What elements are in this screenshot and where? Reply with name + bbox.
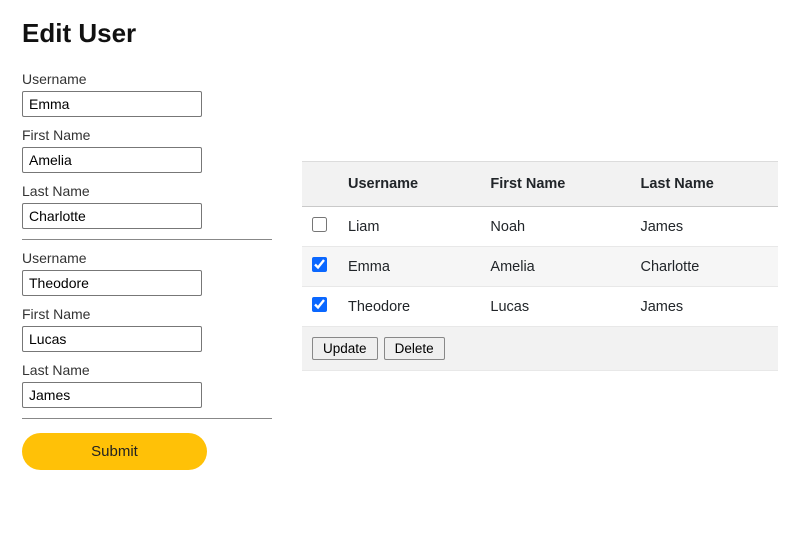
- cell-lastname: James: [630, 287, 778, 327]
- table-actions-row: Update Delete: [302, 327, 778, 371]
- firstname-input[interactable]: [22, 326, 202, 352]
- table-row: Theodore Lucas James: [302, 287, 778, 327]
- firstname-label: First Name: [22, 127, 272, 143]
- cell-firstname: Lucas: [480, 287, 630, 327]
- header-firstname: First Name: [480, 162, 630, 207]
- username-input[interactable]: [22, 270, 202, 296]
- delete-button[interactable]: Delete: [384, 337, 445, 360]
- row-checkbox[interactable]: [312, 257, 327, 272]
- edit-user-form: Username First Name Last Name Username F…: [22, 71, 272, 470]
- page-title: Edit User: [22, 18, 778, 49]
- header-checkbox-col: [302, 162, 338, 207]
- lastname-label: Last Name: [22, 362, 272, 378]
- table-row: Liam Noah James: [302, 207, 778, 247]
- user-table-container: Username First Name Last Name Liam Noah …: [302, 161, 778, 371]
- row-checkbox[interactable]: [312, 297, 327, 312]
- cell-username: Theodore: [338, 287, 480, 327]
- lastname-input[interactable]: [22, 382, 202, 408]
- cell-lastname: James: [630, 207, 778, 247]
- firstname-label: First Name: [22, 306, 272, 322]
- form-divider: [22, 418, 272, 419]
- lastname-label: Last Name: [22, 183, 272, 199]
- update-button[interactable]: Update: [312, 337, 378, 360]
- username-label: Username: [22, 250, 272, 266]
- row-checkbox[interactable]: [312, 217, 327, 232]
- firstname-input[interactable]: [22, 147, 202, 173]
- username-label: Username: [22, 71, 272, 87]
- user-table: Username First Name Last Name Liam Noah …: [302, 161, 778, 371]
- header-lastname: Last Name: [630, 162, 778, 207]
- cell-lastname: Charlotte: [630, 247, 778, 287]
- table-row: Emma Amelia Charlotte: [302, 247, 778, 287]
- form-divider: [22, 239, 272, 240]
- cell-username: Emma: [338, 247, 480, 287]
- submit-button[interactable]: Submit: [22, 433, 207, 470]
- cell-firstname: Noah: [480, 207, 630, 247]
- header-username: Username: [338, 162, 480, 207]
- cell-firstname: Amelia: [480, 247, 630, 287]
- lastname-input[interactable]: [22, 203, 202, 229]
- username-input[interactable]: [22, 91, 202, 117]
- cell-username: Liam: [338, 207, 480, 247]
